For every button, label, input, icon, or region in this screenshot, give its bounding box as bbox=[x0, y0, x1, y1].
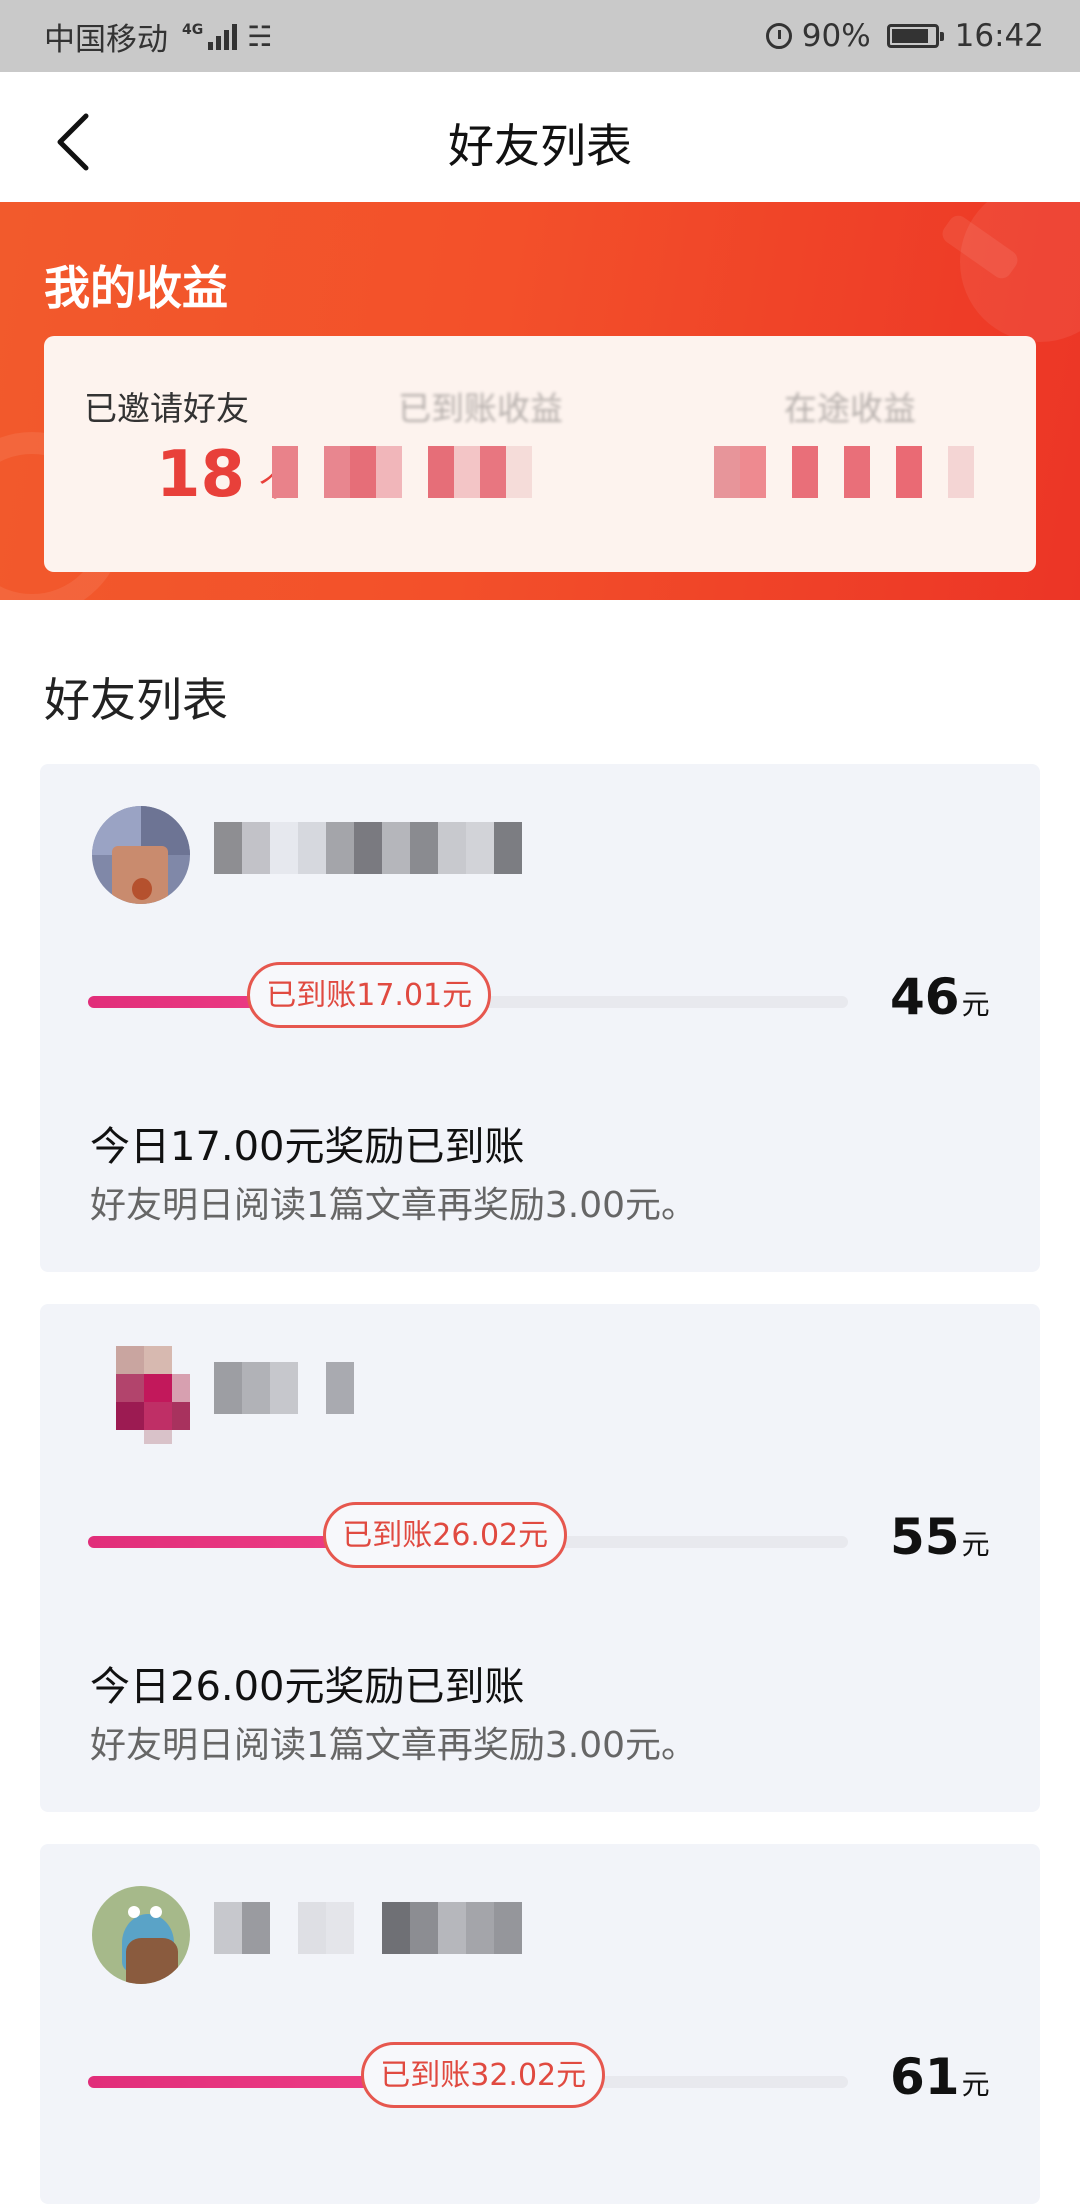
invited-count: 18个 bbox=[156, 438, 291, 512]
earnings-card: 已邀请好友 18个 已到账收益 在途收益 bbox=[44, 336, 1036, 572]
signal-icon: 4G bbox=[182, 22, 238, 50]
received-badge: 已到账26.02元 bbox=[323, 1502, 568, 1568]
friend-name-redacted bbox=[214, 822, 522, 874]
battery-icon bbox=[886, 24, 944, 48]
received-earnings-stat[interactable]: 已到账收益 bbox=[272, 336, 698, 572]
received-badge: 已到账32.02元 bbox=[361, 2042, 606, 2108]
reward-progress: 已到账17.01元 bbox=[88, 962, 848, 1028]
today-reward-text: 今日26.00元奖励已到账 bbox=[90, 1664, 525, 1710]
friends-section-title: 好友列表 bbox=[44, 673, 228, 727]
avatar bbox=[92, 806, 190, 904]
earnings-banner: 我的收益 已邀请好友 18个 已到账收益 在途收益 bbox=[0, 202, 1080, 600]
friend-total-reward: 55元 bbox=[890, 1508, 990, 1566]
wifi-icon: ☵ bbox=[247, 19, 273, 53]
received-badge: 已到账17.01元 bbox=[247, 962, 492, 1028]
avatar bbox=[92, 1346, 190, 1444]
network-type-label: 4G bbox=[182, 22, 204, 38]
friend-total-reward: 61元 bbox=[890, 2048, 990, 2106]
received-label: 已到账收益 bbox=[398, 389, 563, 428]
pending-earnings-stat[interactable]: 在途收益 bbox=[714, 336, 1080, 572]
pending-value-redacted bbox=[714, 446, 974, 498]
friend-name-redacted bbox=[214, 1902, 522, 1954]
friend-card[interactable]: 已到账26.02元 55元 今日26.00元奖励已到账 好友明日阅读1篇文章再奖… bbox=[40, 1304, 1040, 1812]
nav-bar: 好友列表 bbox=[0, 72, 1080, 202]
received-value-redacted bbox=[272, 446, 532, 498]
reward-progress: 已到账26.02元 bbox=[88, 1502, 848, 1568]
friend-card[interactable]: 已到账17.01元 46元 今日17.00元奖励已到账 好友明日阅读1篇文章再奖… bbox=[40, 764, 1040, 1272]
today-reward-text: 今日17.00元奖励已到账 bbox=[90, 1124, 525, 1170]
pending-label: 在途收益 bbox=[784, 389, 916, 428]
next-reward-hint: 好友明日阅读1篇文章再奖励3.00元。 bbox=[90, 1185, 698, 1226]
friend-card[interactable]: 已到账32.02元 61元 bbox=[40, 1844, 1040, 2204]
carrier-label: 中国移动 bbox=[44, 21, 168, 58]
avatar bbox=[92, 1886, 190, 1984]
friend-name-redacted bbox=[214, 1362, 354, 1414]
clock: 16:42 bbox=[954, 18, 1044, 54]
earnings-title: 我的收益 bbox=[44, 261, 228, 315]
next-reward-hint: 好友明日阅读1篇文章再奖励3.00元。 bbox=[90, 1725, 698, 1766]
battery-percent: 90% bbox=[801, 18, 871, 54]
friend-total-reward: 46元 bbox=[890, 968, 990, 1026]
invited-label: 已邀请好友 bbox=[84, 389, 249, 428]
page-title: 好友列表 bbox=[448, 119, 632, 173]
status-bar: 中国移动 4G ☵ 90% 16:42 bbox=[0, 0, 1080, 72]
alarm-icon bbox=[765, 23, 792, 49]
reward-progress: 已到账32.02元 bbox=[88, 2042, 848, 2108]
